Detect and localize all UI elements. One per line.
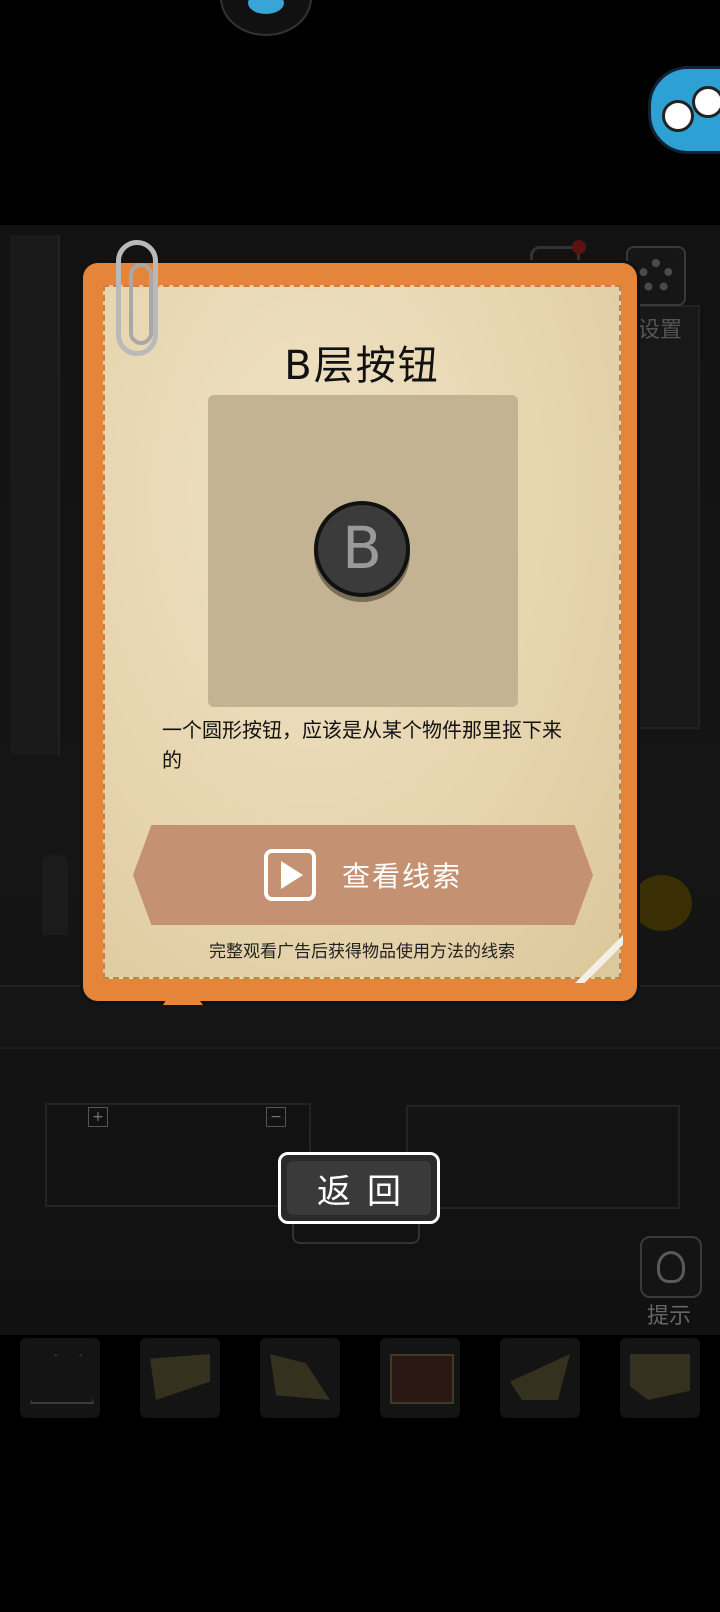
play-video-icon: [263, 849, 316, 901]
inventory-slot-5[interactable]: [500, 1338, 580, 1418]
item-image-frame: B: [208, 395, 518, 707]
item-detail-card: B层按钮 B 一个圆形按钮，应该是从某个物件那里抠下来的 查看线索 完整观看广告…: [80, 260, 640, 1005]
scene-donut: [632, 875, 692, 931]
hint-button[interactable]: [640, 1236, 702, 1298]
hint-label: 提示: [646, 1304, 691, 1329]
zoom-in-icon: +: [88, 1107, 108, 1127]
torn-paper-icon: [30, 1354, 94, 1404]
inventory-slot-2[interactable]: [140, 1338, 220, 1418]
paperclip-icon: [116, 240, 158, 356]
game-center-mascot[interactable]: [644, 60, 720, 154]
paper-scrap-icon: [630, 1354, 690, 1400]
back-button[interactable]: 返回: [278, 1152, 440, 1224]
mascot-eye-icon: [692, 86, 720, 118]
scene-lamp: [42, 855, 68, 935]
card-paper: B层按钮 B 一个圆形按钮，应该是从某个物件那里抠下来的 查看线索 完整观看广告…: [103, 285, 623, 983]
paper-scrap-icon: [150, 1354, 210, 1400]
item-title: B层按钮: [284, 343, 440, 389]
scene-panel-right: [406, 1105, 680, 1209]
gear-icon: [639, 259, 673, 293]
top-character-icon[interactable]: [220, 0, 312, 36]
back-button-label: 返回: [317, 1171, 417, 1212]
notification-dot: [572, 240, 586, 254]
game-screen: + − 设置 提示 B层按钮 B 一个圆形按钮，应该是从某个物件那里抠下来的 查…: [0, 0, 720, 1612]
b-button-item-icon: B: [314, 501, 410, 597]
paper-scrap-icon: [270, 1354, 330, 1400]
inventory-bar: [0, 1338, 720, 1422]
mascot-eye-icon: [662, 100, 694, 132]
inventory-slot-1[interactable]: [20, 1338, 100, 1418]
scene-wall-left: [10, 235, 60, 755]
inventory-slot-3[interactable]: [260, 1338, 340, 1418]
lightbulb-icon: [657, 1251, 685, 1283]
view-clue-button[interactable]: 查看线索: [133, 825, 593, 925]
paper-scrap-icon: [510, 1354, 570, 1400]
inventory-slot-4[interactable]: [380, 1338, 460, 1418]
fish-icon: [248, 0, 284, 14]
view-clue-label: 查看线索: [341, 860, 462, 893]
paper-tear-decoration: [163, 985, 203, 1005]
book-icon: [390, 1354, 454, 1404]
inventory-slot-6[interactable]: [620, 1338, 700, 1418]
zoom-out-icon: −: [266, 1107, 286, 1127]
ad-note: 完整观看广告后获得物品使用方法的线索: [209, 942, 515, 962]
scene-wall-right: [636, 305, 700, 729]
item-description: 一个圆形按钮，应该是从某个物件那里抠下来的: [162, 718, 562, 772]
